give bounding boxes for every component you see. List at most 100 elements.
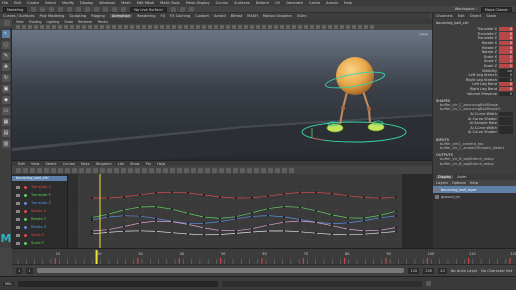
channel-tab-show[interactable]: Show bbox=[486, 14, 496, 18]
graph-tool-icon[interactable] bbox=[240, 167, 245, 173]
viewport-3d[interactable]: persp bbox=[12, 30, 432, 160]
eye-icon[interactable] bbox=[16, 185, 20, 189]
viewport-toggle-icon[interactable] bbox=[28, 25, 32, 29]
viewport-toggle-icon[interactable] bbox=[166, 25, 170, 29]
viewport-toggle-icon[interactable] bbox=[160, 25, 164, 29]
viewport-toggle-icon[interactable] bbox=[322, 25, 326, 29]
open-scene-icon[interactable] bbox=[40, 6, 46, 12]
graph-menu-pin[interactable]: Pin bbox=[146, 162, 151, 166]
scale-tool-icon[interactable]: ▣ bbox=[2, 85, 10, 93]
attr-value[interactable] bbox=[499, 121, 513, 126]
render-settings-icon[interactable] bbox=[188, 6, 194, 12]
viewport-toggle-icon[interactable] bbox=[136, 25, 140, 29]
viewport-toggle-icon[interactable] bbox=[286, 25, 290, 29]
live-surface-field[interactable]: No Live Surface bbox=[130, 6, 167, 12]
shape-attr[interactable]: Ai Curve Shader bbox=[436, 130, 513, 135]
graph-tool-icon[interactable] bbox=[247, 167, 252, 173]
command-input[interactable] bbox=[18, 280, 219, 287]
shelf-tab-arnold[interactable]: Arnold bbox=[214, 14, 226, 18]
curve-item[interactable]: Rotate Y bbox=[12, 215, 67, 223]
layer-menu-layers[interactable]: Layers bbox=[436, 181, 448, 185]
viewport-toggle-icon[interactable] bbox=[310, 25, 314, 29]
menu-curves[interactable]: Curves bbox=[216, 1, 228, 5]
attr-value[interactable]: 0 bbox=[499, 36, 513, 41]
graph-tool-icon[interactable] bbox=[289, 167, 294, 173]
viewport-toggle-icon[interactable] bbox=[316, 25, 320, 29]
graph-tool-icon[interactable] bbox=[184, 167, 189, 173]
shelf-tool-icon[interactable] bbox=[4, 20, 10, 26]
rotate-tool-icon[interactable]: ↻ bbox=[2, 74, 10, 82]
graph-tool-icon[interactable] bbox=[86, 167, 91, 173]
layer-menu-help[interactable]: Help bbox=[470, 181, 478, 185]
viewport-toggle-icon[interactable] bbox=[52, 25, 56, 29]
new-scene-icon[interactable] bbox=[31, 6, 37, 12]
viewport-toggle-icon[interactable] bbox=[142, 25, 146, 29]
layer-row[interactable]: ground_lyr bbox=[433, 193, 516, 200]
viewport-toggle-icon[interactable] bbox=[370, 25, 374, 29]
graph-tool-icon[interactable] bbox=[44, 167, 49, 173]
attr-value[interactable]: on bbox=[499, 68, 513, 73]
graph-tool-icon[interactable] bbox=[58, 167, 63, 173]
menu-mesh-display[interactable]: Mesh Display bbox=[186, 1, 210, 5]
persp-graph-icon[interactable]: ▤ bbox=[2, 129, 10, 137]
channel-tab-object[interactable]: Object bbox=[470, 14, 482, 18]
curve-item[interactable]: Translate X bbox=[12, 183, 67, 191]
shelf-tab-curves-surfaces[interactable]: Curves / Surfaces bbox=[3, 14, 35, 18]
layer-menu-options[interactable]: Options bbox=[452, 181, 466, 185]
graph-tool-icon[interactable] bbox=[170, 167, 175, 173]
script-editor-icon[interactable] bbox=[426, 281, 432, 286]
shelf-tab-rendering[interactable]: Rendering bbox=[137, 14, 155, 18]
graph-menu-curves[interactable]: Curves bbox=[63, 162, 75, 166]
playback-end-field[interactable]: 120 bbox=[408, 267, 420, 274]
graph-menu-list[interactable]: List bbox=[118, 162, 124, 166]
attr-value[interactable]: 0 bbox=[499, 45, 513, 50]
graph-tool-icon[interactable] bbox=[177, 167, 182, 173]
shelf-tab-bifrost[interactable]: Bifrost bbox=[231, 14, 243, 18]
layer-tab-display[interactable]: Display bbox=[436, 175, 454, 179]
viewport-toggle-icon[interactable] bbox=[148, 25, 152, 29]
graph-menu-edit[interactable]: Edit bbox=[18, 162, 25, 166]
eye-icon[interactable] bbox=[16, 225, 20, 229]
menu-deform[interactable]: Deform bbox=[256, 1, 269, 5]
viewport-toggle-icon[interactable] bbox=[214, 25, 218, 29]
attr-value[interactable]: 0 bbox=[499, 73, 513, 78]
curve-item[interactable]: Translate Y bbox=[12, 191, 67, 199]
playback-start-field[interactable]: 1 bbox=[26, 267, 33, 274]
redo-icon[interactable] bbox=[67, 6, 73, 12]
graph-tool-icon[interactable] bbox=[233, 167, 238, 173]
menu-mesh-tools[interactable]: Mesh Tools bbox=[160, 1, 179, 5]
viewport-toggle-icon[interactable] bbox=[64, 25, 68, 29]
graph-menu-view[interactable]: View bbox=[31, 162, 40, 166]
viewport-toggle-icon[interactable] bbox=[118, 25, 122, 29]
viewport-menu-shading[interactable]: Shading bbox=[29, 20, 42, 24]
viewport-toggle-icon[interactable] bbox=[226, 25, 230, 29]
select-hierarchy-icon[interactable] bbox=[76, 6, 82, 12]
viewport-toggle-icon[interactable] bbox=[46, 25, 50, 29]
menu-create[interactable]: Create bbox=[27, 1, 39, 5]
graph-tool-icon[interactable] bbox=[212, 167, 217, 173]
four-view-icon[interactable]: ▦ bbox=[2, 118, 10, 126]
shelf-tab-xgen[interactable]: XGen bbox=[297, 14, 307, 18]
eye-icon[interactable] bbox=[16, 241, 20, 245]
curve-item[interactable]: Scale X bbox=[12, 231, 67, 239]
menu-windows[interactable]: Windows bbox=[99, 1, 115, 5]
mel-label[interactable]: MEL bbox=[3, 281, 15, 286]
save-scene-icon[interactable] bbox=[49, 6, 55, 12]
snap-point-icon[interactable] bbox=[121, 6, 127, 12]
graph-tool-icon[interactable] bbox=[219, 167, 224, 173]
channel-box-object[interactable]: bouncing_ball_ctrl bbox=[436, 21, 513, 25]
undo-icon[interactable] bbox=[58, 6, 64, 12]
graph-tool-icon[interactable] bbox=[114, 167, 119, 173]
ipr-render-icon[interactable] bbox=[179, 6, 185, 12]
graph-editor-graph[interactable] bbox=[68, 174, 432, 248]
viewport-toggle-icon[interactable] bbox=[196, 25, 200, 29]
attr-value[interactable]: 0 bbox=[499, 82, 513, 87]
viewport-toggle-icon[interactable] bbox=[244, 25, 248, 29]
graph-tool-icon[interactable] bbox=[128, 167, 133, 173]
select-component-icon[interactable] bbox=[94, 6, 100, 12]
attr-value[interactable]: 0 bbox=[499, 91, 513, 96]
viewport-toggle-icon[interactable] bbox=[202, 25, 206, 29]
output-node[interactable]: buffer_ctr_B_legStretch_setup bbox=[436, 162, 513, 166]
graph-tool-icon[interactable] bbox=[198, 167, 203, 173]
graph-tool-icon[interactable] bbox=[142, 167, 147, 173]
